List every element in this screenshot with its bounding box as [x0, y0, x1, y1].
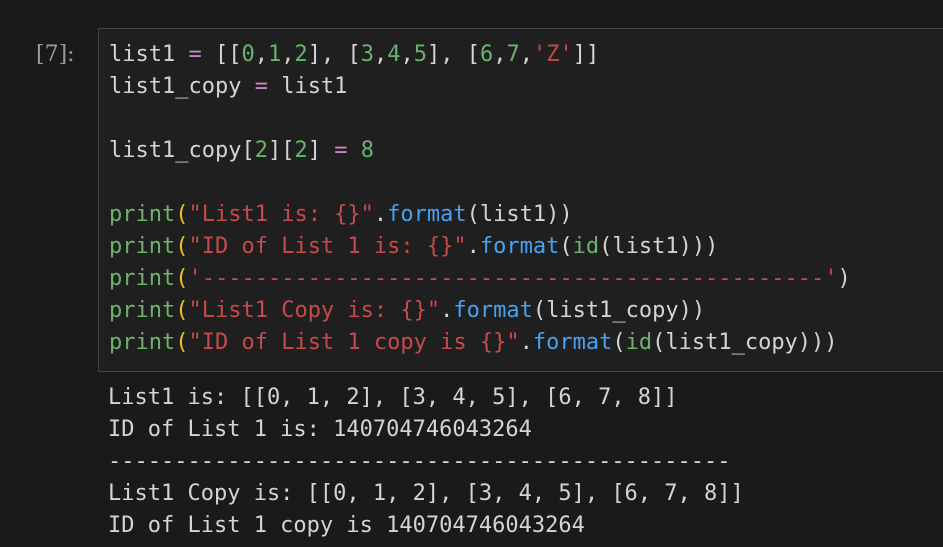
- output-line: ID of List 1 copy is 140704746043264: [108, 513, 585, 538]
- code-line[interactable]: list1 = [[0,1,2], [3,4,5], [6,7,'Z']]: [109, 39, 599, 71]
- code-token: .: [519, 330, 533, 355]
- code-token: format: [387, 202, 467, 227]
- code-token: list1_copy[: [109, 138, 255, 163]
- code-token: 5: [413, 42, 427, 67]
- code-token: (list1)): [466, 202, 573, 227]
- code-token: 6: [479, 42, 494, 67]
- code-token: ,: [493, 42, 507, 67]
- code-token: (: [175, 202, 189, 227]
- code-token: 4: [387, 42, 401, 67]
- code-line[interactable]: print("List1 Copy is: {}".format(list1_c…: [109, 295, 705, 327]
- code-token: (: [612, 330, 626, 355]
- code-token: ,: [519, 42, 533, 67]
- cell-output: List1 is: [[0, 1, 2], [3, 4, 5], [6, 7, …: [98, 380, 943, 547]
- code-token: id: [625, 330, 653, 355]
- code-token: ], [: [307, 42, 361, 67]
- code-token: (list1_copy)): [532, 298, 706, 323]
- code-token: ,: [400, 42, 414, 67]
- code-token: =: [188, 42, 202, 67]
- code-token: 3: [360, 42, 374, 67]
- output-line: ----------------------------------------…: [108, 449, 731, 474]
- code-token: ,: [254, 42, 268, 67]
- code-token: (list1_copy))): [652, 330, 838, 355]
- code-token: list1: [109, 42, 189, 67]
- code-token: (: [175, 330, 189, 355]
- code-token: ]]: [572, 42, 600, 67]
- code-token: "List1 Copy is: {}": [188, 298, 441, 323]
- notebook-page: [7]: list1 = [[0,1,2], [3,4,5], [6,7,'Z'…: [0, 0, 943, 547]
- code-token: "ID of List 1 copy is {}": [188, 330, 520, 355]
- code-line[interactable]: print("ID of List 1 copy is {}".format(i…: [109, 327, 838, 359]
- code-cell-editor[interactable]: list1 = [[0,1,2], [3,4,5], [6,7,'Z']] lis…: [98, 28, 943, 372]
- code-token: id: [572, 234, 600, 259]
- code-token: 2: [294, 42, 308, 67]
- code-token: 2: [254, 138, 268, 163]
- code-token: (: [175, 266, 189, 291]
- code-token: print: [109, 330, 176, 355]
- output-line: List1 Copy is: [[0, 1, 2], [3, 4, 5], [6…: [108, 481, 744, 506]
- code-line[interactable]: list1_copy = list1: [109, 71, 347, 103]
- code-token: 0: [241, 42, 255, 67]
- code-token: (: [175, 298, 189, 323]
- code-line[interactable]: print("ID of List 1 is: {}".format(id(li…: [109, 231, 718, 263]
- code-token: 1: [267, 42, 282, 67]
- code-token: 7: [506, 42, 520, 67]
- code-token: .: [466, 234, 480, 259]
- code-token: ,: [373, 42, 388, 67]
- code-token: =: [254, 74, 268, 99]
- code-line[interactable]: print('---------------------------------…: [109, 263, 851, 295]
- code-token: format: [532, 330, 613, 355]
- code-token: .: [373, 202, 388, 227]
- code-token: =: [334, 138, 348, 163]
- code-token: print: [109, 202, 176, 227]
- code-token: print: [109, 298, 176, 323]
- code-token: (: [175, 234, 189, 259]
- code-line[interactable]: list1_copy[2][2] = 8: [109, 135, 374, 167]
- code-token: ]: [307, 138, 335, 163]
- code-token: (: [559, 234, 573, 259]
- output-line: ID of List 1 is: 140704746043264: [108, 417, 532, 442]
- output-line: List1 is: [[0, 1, 2], [3, 4, 5], [6, 7, …: [108, 385, 678, 410]
- code-token: 8: [360, 138, 374, 163]
- code-line[interactable]: print("List1 is: {}".format(list1)): [109, 199, 573, 231]
- code-token: print: [109, 234, 176, 259]
- code-token: '---------------------------------------…: [188, 266, 838, 291]
- code-token: "List1 is: {}": [188, 202, 374, 227]
- code-token: 'Z': [532, 42, 573, 67]
- code-token: format: [479, 234, 560, 259]
- execution-count: [7]:: [36, 42, 75, 67]
- code-token: ][: [267, 138, 295, 163]
- code-token: 2: [294, 138, 308, 163]
- code-token: print: [109, 266, 176, 291]
- code-token: (list1))): [599, 234, 719, 259]
- code-token: list1_copy: [109, 74, 255, 99]
- code-token: ): [837, 266, 851, 291]
- code-token: [[: [201, 42, 242, 67]
- code-token: "ID of List 1 is: {}": [188, 234, 467, 259]
- code-token: format: [453, 298, 533, 323]
- code-token: .: [440, 298, 454, 323]
- code-token: list1: [267, 74, 348, 99]
- code-token: ,: [281, 42, 295, 67]
- code-token: ], [: [426, 42, 480, 67]
